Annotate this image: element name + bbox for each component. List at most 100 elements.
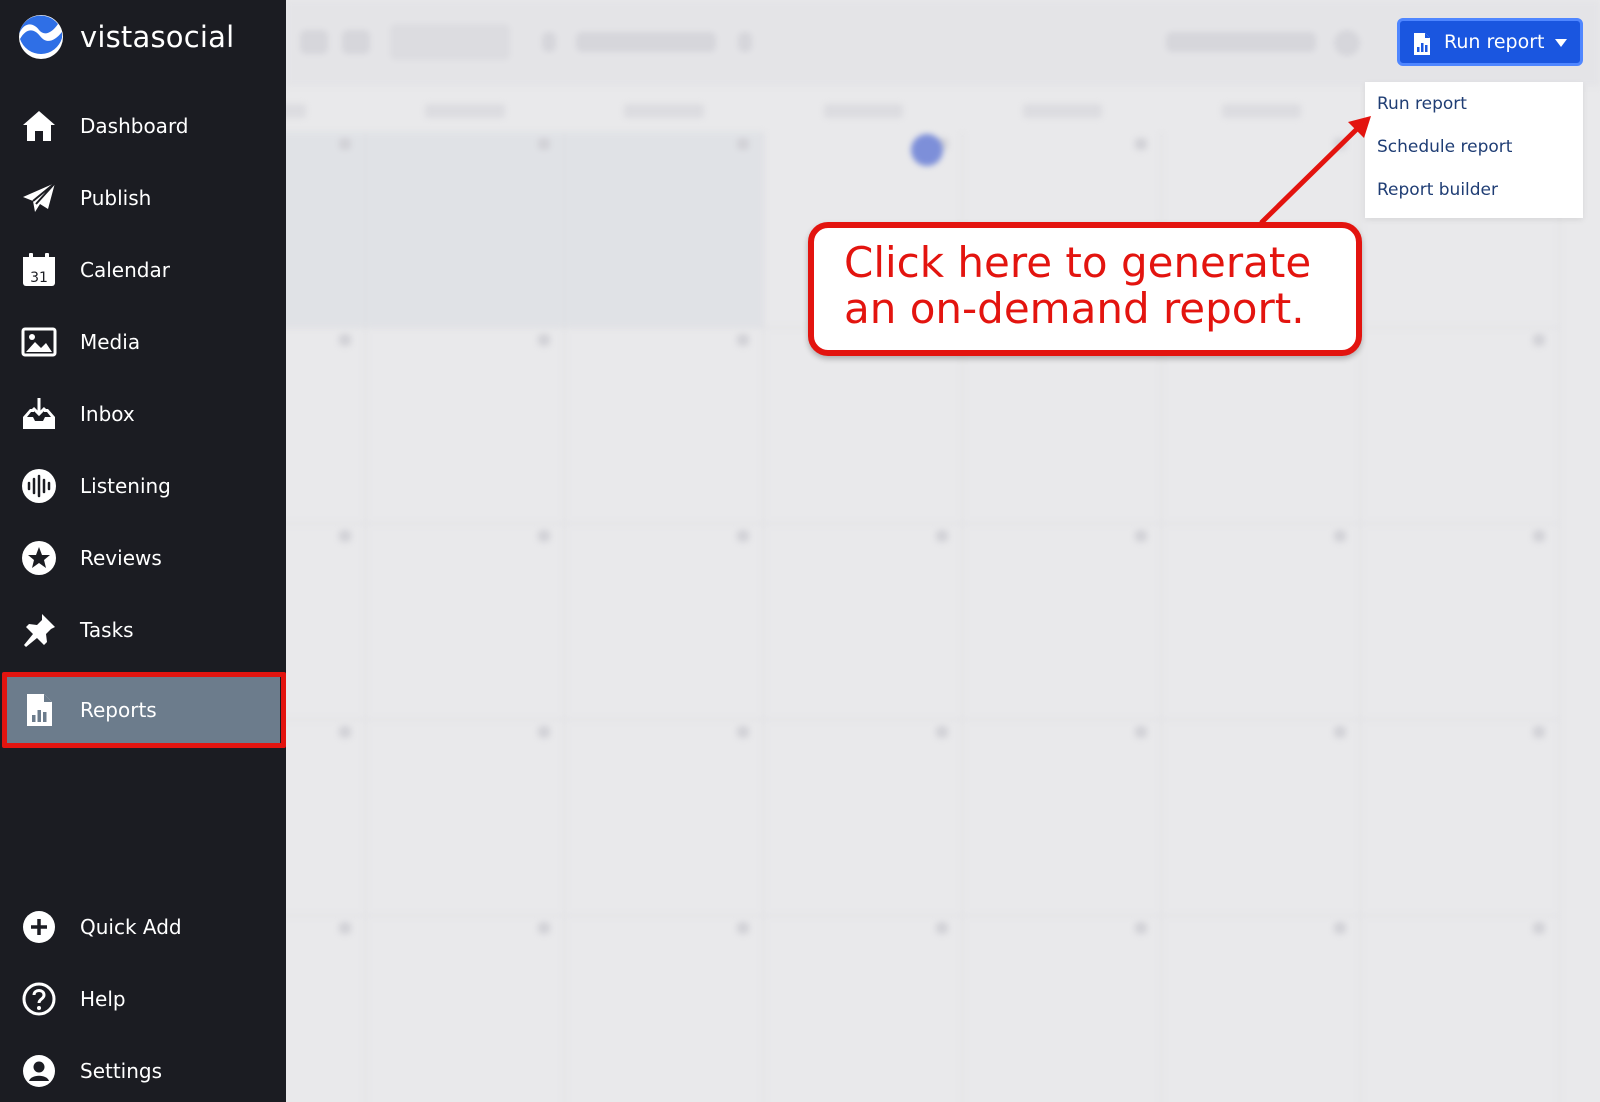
sidebar-item-label: Dashboard: [80, 114, 189, 138]
calendar-cell[interactable]: [286, 524, 366, 720]
sidebar-item-inbox[interactable]: Inbox: [0, 382, 286, 446]
sidebar-item-label: Calendar: [80, 258, 170, 282]
calendar-cell[interactable]: [365, 524, 565, 720]
annotation-line-2: an on-demand report.: [844, 284, 1305, 333]
day-number-placeholder: [537, 726, 550, 738]
annotation-callout: Click here to generate an on-demand repo…: [808, 222, 1362, 356]
calendar-cell[interactable]: [1361, 328, 1561, 524]
day-number-placeholder: [935, 530, 948, 542]
calendar-cell[interactable]: [763, 524, 963, 720]
calendar-cell[interactable]: [286, 916, 366, 1102]
calendar-cell[interactable]: [564, 720, 764, 916]
day-number-placeholder: [338, 334, 351, 346]
sidebar-item-label: Media: [80, 330, 141, 354]
calendar-cell[interactable]: [963, 916, 1162, 1102]
menu-item-run-report[interactable]: Run report: [1377, 94, 1467, 114]
calendar-cell[interactable]: [763, 720, 963, 916]
paper-plane-icon: [20, 179, 58, 217]
sidebar-item-listening[interactable]: Listening: [0, 454, 286, 518]
vistasocial-logo-icon: [19, 15, 63, 59]
prev-arrow-placeholder: [542, 32, 556, 52]
calendar-cell[interactable]: [564, 132, 764, 328]
brand[interactable]: vistasocial: [18, 14, 234, 60]
sidebar-item-label: Listening: [80, 474, 171, 498]
day-header-placeholder: [286, 104, 306, 118]
calendar-cell[interactable]: [365, 328, 565, 524]
star-icon: [20, 539, 58, 577]
sidebar-item-help[interactable]: Help: [0, 967, 286, 1031]
today-indicator: [910, 134, 943, 166]
day-number-placeholder: [1533, 726, 1546, 738]
calendar-cell[interactable]: [286, 328, 366, 524]
calendar-cell[interactable]: [962, 524, 1162, 720]
day-number-placeholder: [935, 726, 948, 738]
day-header-placeholder: [823, 104, 904, 118]
day-number-placeholder: [1134, 726, 1147, 738]
menu-item-schedule-report[interactable]: Schedule report: [1377, 137, 1512, 157]
day-header-placeholder: [1221, 104, 1302, 118]
day-number-placeholder: [1134, 530, 1147, 542]
toolbar-placeholder: [342, 30, 370, 54]
day-number-placeholder: [1334, 530, 1347, 542]
day-number-placeholder: [736, 138, 749, 150]
calendar-cell[interactable]: [1361, 524, 1561, 720]
calendar-cell[interactable]: [366, 916, 565, 1102]
day-number-placeholder: [338, 530, 351, 542]
timezone-placeholder: [1166, 32, 1316, 52]
calendar-cell[interactable]: [565, 916, 764, 1102]
calendar-cell[interactable]: [1162, 916, 1362, 1102]
day-number-placeholder: [537, 530, 550, 542]
calendar-cell[interactable]: [286, 720, 366, 916]
day-number-placeholder: [537, 138, 550, 150]
run-report-button[interactable]: Run report: [1397, 18, 1583, 66]
calendar-cell[interactable]: [1162, 720, 1362, 916]
annotation-line-1: Click here to generate: [844, 238, 1312, 287]
day-number-placeholder: [1533, 530, 1546, 542]
sidebar-item-label: Help: [80, 987, 126, 1011]
calendar-cell[interactable]: [365, 720, 565, 916]
sidebar-item-settings[interactable]: Settings: [0, 1039, 286, 1102]
inbox-icon: [20, 395, 58, 433]
sidebar-item-reviews[interactable]: Reviews: [0, 526, 286, 590]
calendar-cell[interactable]: [962, 720, 1162, 916]
day-number-placeholder: [1533, 334, 1546, 346]
plus-circle-icon: [20, 908, 58, 946]
calendar-cell[interactable]: [1361, 720, 1561, 916]
sidebar-item-calendar[interactable]: 31 Calendar: [0, 238, 286, 302]
calendar-cell[interactable]: [1361, 916, 1561, 1102]
toolbar-placeholder: [1334, 30, 1360, 56]
sidebar-item-label: Publish: [80, 186, 152, 210]
menu-item-report-builder[interactable]: Report builder: [1377, 180, 1498, 200]
calendar-cell[interactable]: [286, 132, 366, 328]
calendar-cell[interactable]: [564, 524, 764, 720]
sidebar-item-label: Settings: [80, 1059, 163, 1083]
day-number-placeholder: [537, 334, 550, 346]
image-icon: [20, 323, 58, 361]
caret-down-icon: [1555, 39, 1567, 47]
day-number-placeholder: [338, 922, 351, 934]
sidebar-item-tasks[interactable]: Tasks: [0, 598, 286, 662]
day-header-placeholder: [425, 104, 505, 118]
sidebar-item-media[interactable]: Media: [0, 310, 286, 374]
day-number-placeholder: [537, 922, 550, 934]
toolbar-placeholder: [300, 30, 328, 54]
house-icon: [20, 107, 58, 145]
calendar-cell[interactable]: [1162, 524, 1362, 720]
sidebar-item-dashboard[interactable]: Dashboard: [0, 94, 286, 158]
calendar-cell[interactable]: [962, 328, 1162, 524]
calendar-cell[interactable]: [764, 916, 963, 1102]
calendar-cell[interactable]: [564, 328, 764, 524]
day-number-placeholder: [338, 138, 351, 150]
report-icon: [1414, 33, 1430, 55]
day-number-placeholder: [736, 726, 749, 738]
calendar-cell[interactable]: [1162, 328, 1362, 524]
sidebar-item-label: Inbox: [80, 402, 135, 426]
sidebar-item-publish[interactable]: Publish: [0, 166, 286, 230]
sidebar-item-quick-add[interactable]: Quick Add: [0, 895, 286, 959]
sidebar-item-reports[interactable]: Reports: [6, 677, 280, 743]
calendar-cell[interactable]: [365, 132, 565, 328]
calendar-cell[interactable]: [763, 328, 963, 524]
pushpin-icon: [20, 611, 58, 649]
day-number-placeholder: [736, 922, 749, 934]
month-label-placeholder: [576, 32, 716, 52]
